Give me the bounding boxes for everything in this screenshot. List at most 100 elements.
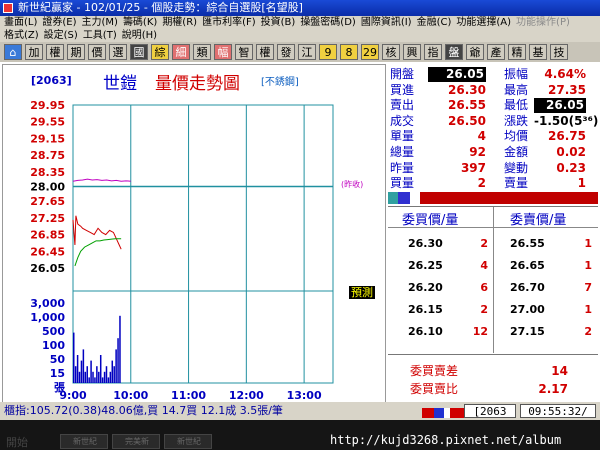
quote-value: 92 [469, 145, 486, 159]
home-button[interactable]: ⌂ [4, 44, 22, 60]
chart-stock-code: [2063] [31, 74, 72, 87]
menu-item-a1[interactable]: 證券(E) [42, 17, 76, 28]
nine-button[interactable]: 9 [319, 44, 337, 60]
volume-bar [76, 355, 79, 383]
volume-bar [92, 371, 94, 383]
intl-button[interactable]: 國 [130, 44, 148, 60]
bid-ask-diff-value: 14 [551, 364, 568, 378]
taskbar-item[interactable]: 新世紀 [60, 434, 108, 449]
twentynine-button[interactable]: 29 [361, 44, 379, 60]
menu-item-a8[interactable]: 國際資訊(I) [361, 17, 412, 28]
quote-label: 金額 [504, 145, 529, 159]
eight-button[interactable]: 8 [340, 44, 358, 60]
menu-item-a7[interactable]: 操盤密碼(D) [300, 17, 356, 28]
average-price-line [74, 238, 122, 267]
taskbar-item[interactable]: 完美新 [112, 434, 160, 449]
bid-qty: 4 [480, 259, 488, 272]
menu-item-a0[interactable]: 畫面(L) [4, 17, 37, 28]
watermark-text: http://kujd3268.pixnet.net/album [330, 433, 562, 447]
toolbar: ⌂ 加權期價選國綜細類幅智權發江 9 8 29 核興指盤爺產精基技 [0, 42, 600, 62]
fund-button[interactable]: 基 [529, 44, 547, 60]
issue-button[interactable]: 發 [277, 44, 295, 60]
volume-bar [82, 349, 85, 383]
quote-row: 買進 26.30 最高 27.35 [388, 83, 598, 98]
time-tick-label: 10:00 [113, 389, 148, 402]
status-color-bar [422, 406, 464, 418]
menu-item-a4[interactable]: 期權(R) [162, 17, 197, 28]
smart-button[interactable]: 智 [235, 44, 253, 60]
jiang-button[interactable]: 江 [298, 44, 316, 60]
window-titlebar[interactable]: 新世紀贏家 - 102/01/25 - 個股走勢：綜合自選股[名望股] [0, 0, 600, 16]
start-button[interactable]: 開始 [6, 434, 28, 450]
menu-item-b3[interactable]: 說明(H) [122, 30, 157, 41]
industry-button[interactable]: 產 [487, 44, 505, 60]
menu-item-a2[interactable]: 主力(M) [82, 17, 118, 28]
price-tick-label: 29.15 [30, 132, 65, 145]
quote-label: 賣量 [504, 176, 529, 191]
quote-value: -1.50(5³⁶) [534, 113, 599, 128]
warrant-button[interactable]: 權 [46, 44, 64, 60]
quote-value: 0.23 [556, 160, 586, 175]
price-line [72, 215, 122, 250]
bid-price: 26.25 [408, 259, 443, 272]
price-tick-label: 28.75 [30, 149, 65, 162]
quote-row: 賣出 26.55 最低 26.05 [388, 98, 598, 114]
time-tick-label: 12:00 [229, 389, 264, 402]
bid-ask-ratio-bar [388, 192, 598, 204]
taskbar-item[interactable]: 新世紀 [164, 434, 212, 449]
menu-item-a3[interactable]: 籌碼(K) [123, 17, 157, 28]
menu-item-a6[interactable]: 投資(B) [261, 17, 296, 28]
price-button[interactable]: 價 [88, 44, 106, 60]
price-tick-label: 27.25 [30, 212, 65, 225]
composite-button[interactable]: 綜 [151, 44, 169, 60]
price-tick-label: 26.05 [30, 262, 65, 275]
menu-row-2: 格式(Z) 設定(S) 工具(T) 說明(H) [4, 29, 162, 42]
futures-button[interactable]: 期 [67, 44, 85, 60]
board-button[interactable]: 盤 [445, 44, 463, 60]
emerging-button[interactable]: 興 [403, 44, 421, 60]
ye-button[interactable]: 爺 [466, 44, 484, 60]
volume-bar [117, 338, 119, 383]
menu-item-a9[interactable]: 金融(C) [417, 17, 452, 28]
predict-button[interactable]: 預測 [349, 286, 375, 299]
quote-label: 單量 [390, 129, 415, 144]
intraday-chart[interactable]: 29.95 29.55 29.15 28.75 28.35 28.00 27.65 27.25… [2, 64, 386, 418]
menu-item-b2[interactable]: 工具(T) [83, 30, 117, 41]
quote-value: 0.02 [556, 145, 586, 159]
price-tick-label: 26.85 [30, 229, 65, 242]
elite-button[interactable]: 精 [508, 44, 526, 60]
menu-item-a10[interactable]: 功能選擇(A) [456, 17, 511, 28]
volume-tick-label: 500 [42, 325, 65, 338]
depth-segment [410, 192, 420, 204]
window-title: 新世紀贏家 - 102/01/25 - 個股走勢：綜合自選股[名望股] [18, 1, 303, 14]
index-button[interactable]: 指 [424, 44, 442, 60]
chart-stock-name: 世鎧 [103, 74, 137, 94]
detail-button[interactable]: 細 [172, 44, 190, 60]
volume-bar [80, 360, 83, 383]
quote-value: 397 [460, 160, 486, 175]
add-button[interactable]: 加 [25, 44, 43, 60]
time-tick-label: 11:00 [171, 389, 206, 402]
quote-value: 2 [477, 176, 486, 191]
chart-title: 量價走勢圖 [155, 74, 240, 94]
select-button[interactable]: 選 [109, 44, 127, 60]
status-bar: 櫃指:105.72(0.38)48.06億,買 14.7買 12.1成 3.5張… [0, 402, 600, 420]
tech-button[interactable]: 技 [550, 44, 568, 60]
quote-label: 買量 [390, 176, 415, 191]
main-area: 29.95 29.55 29.15 28.75 28.35 28.00 27.65 27.25… [0, 62, 600, 420]
rights-button[interactable]: 權 [256, 44, 274, 60]
quote-value: 27.35 [548, 82, 586, 97]
menu-item-a5[interactable]: 匯市利率(F) [202, 17, 256, 28]
category-button[interactable]: 類 [193, 44, 211, 60]
stock-code-input[interactable]: [2063 [464, 404, 516, 418]
volume-bar [101, 377, 104, 383]
menu-item-b1[interactable]: 設定(S) [44, 30, 78, 41]
range-button[interactable]: 幅 [214, 44, 232, 60]
volume-unit-label: 張 [54, 381, 66, 394]
volume-bar [111, 360, 114, 383]
otc-index-text: 櫃指:105.72(0.38)48.06億,買 14.7買 12.1成 3.5張… [4, 404, 283, 417]
volume-tick-label: 1,000 [30, 311, 65, 324]
core-button[interactable]: 核 [382, 44, 400, 60]
menu-item-b0[interactable]: 格式(Z) [4, 30, 39, 41]
prev-close-label: (昨收) [341, 180, 364, 189]
